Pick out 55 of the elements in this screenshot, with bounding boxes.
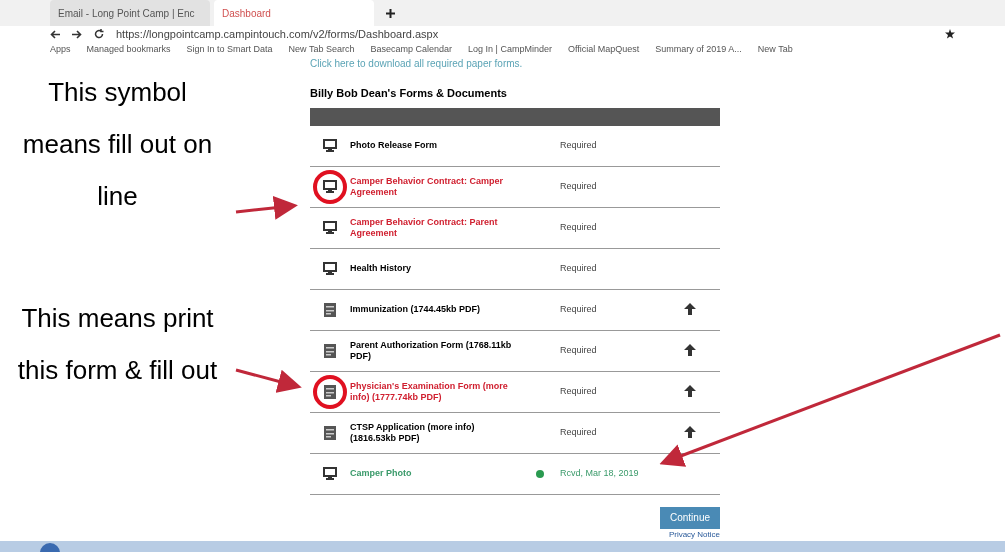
bookmark-link[interactable]: Basecamp Calendar [370, 42, 453, 56]
bookmark-link[interactable]: Summary of 2019 A... [655, 42, 742, 56]
upload-icon[interactable] [684, 384, 696, 399]
annotation-text: This means print this form & fill out [16, 302, 219, 387]
form-status: Required [560, 140, 598, 151]
upload-icon[interactable] [684, 425, 696, 440]
form-status: Required [560, 181, 598, 192]
bookmark-link[interactable]: Log In | CampMinder [468, 42, 552, 56]
privacy-link[interactable]: Privacy Notice [668, 528, 720, 541]
upload-icon[interactable] [684, 343, 696, 358]
forms-title: Billy Bob Dean's Forms & Documents [310, 86, 508, 101]
arrow [235, 368, 302, 393]
document-icon [324, 343, 336, 358]
form-status: Required [560, 427, 598, 438]
upload-icon[interactable] [684, 302, 696, 317]
form-name[interactable]: Camper Photo [350, 468, 520, 479]
reload-icon[interactable] [94, 29, 104, 40]
star-icon[interactable] [945, 29, 955, 40]
form-status: Rcvd, Mar 18, 2019 [560, 468, 640, 479]
browser-tab[interactable]: Email - Long Point Camp | Enc [50, 0, 210, 26]
annotation-text: This symbol means fill out on line [21, 76, 214, 213]
bookmark-link[interactable]: Sign In to Smart Data [186, 42, 273, 56]
form-status: Required [560, 304, 598, 315]
form-status: Required [560, 222, 598, 233]
document-icon [324, 425, 336, 440]
form-status: Required [560, 263, 598, 274]
document-icon [324, 302, 336, 317]
monitor-icon [323, 221, 337, 234]
bookmark-link[interactable]: Official MapQuest [567, 42, 640, 56]
bookmark-link[interactable]: Apps [50, 42, 71, 56]
form-name[interactable]: Camper Behavior Contract: Parent Agreement [350, 216, 520, 239]
document-icon [324, 384, 336, 399]
form-name[interactable]: Physician's Examination Form (more info) (1777.74kb PDF) [350, 380, 520, 403]
url-field[interactable]: https://longpointcamp.campintouch.com/v2/forms/Dashboard.aspx [116, 26, 933, 43]
form-status: Required [560, 386, 598, 397]
monitor-icon [323, 467, 337, 480]
plus-icon[interactable] [386, 9, 395, 18]
form-status: Required [560, 345, 598, 356]
form-name[interactable]: Immunization (1744.45kb PDF) [350, 304, 520, 315]
monitor-icon [323, 180, 337, 193]
form-name[interactable]: Health History [350, 263, 520, 274]
monitor-icon [323, 139, 337, 152]
form-name[interactable]: Camper Behavior Contract: Camper Agreement [350, 175, 520, 198]
back-icon[interactable] [50, 29, 60, 39]
bookmark-link[interactable]: New Tab [757, 42, 793, 56]
form-name[interactable]: Photo Release Form [350, 140, 520, 151]
continue-button[interactable]: Continue [659, 506, 720, 529]
form-name[interactable]: Parent Authorization Form (1768.11kb PDF) [350, 339, 520, 362]
monitor-icon [323, 262, 337, 275]
browser-tab[interactable]: Dashboard [214, 0, 374, 26]
bookmark-link[interactable]: New Tab Search [288, 42, 355, 56]
form-name[interactable]: CTSP Application (more info) (1816.53kb PDF) [350, 421, 520, 444]
forward-icon[interactable] [72, 29, 82, 39]
bookmark-link[interactable]: Managed bookmarks [86, 42, 171, 56]
arrow [235, 196, 298, 220]
